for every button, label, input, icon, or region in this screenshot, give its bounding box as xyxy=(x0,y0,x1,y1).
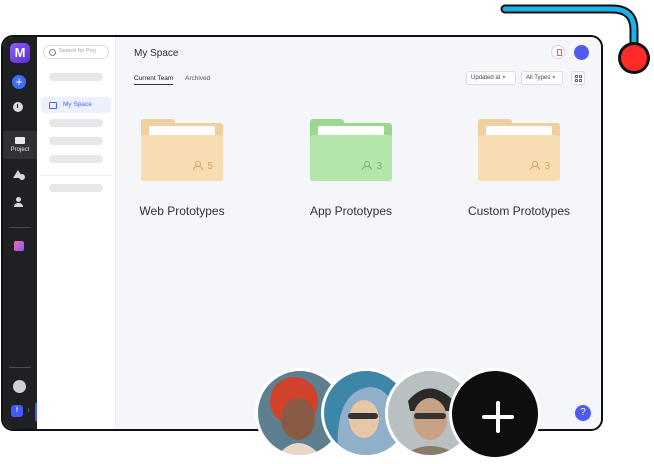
search-icon xyxy=(49,49,56,56)
sidebar-item-placeholder[interactable] xyxy=(49,73,103,81)
search-input[interactable]: Search for Proj xyxy=(43,45,109,59)
project-name: Web Prototypes xyxy=(139,204,225,218)
clock-icon[interactable] xyxy=(13,102,23,112)
grid-icon[interactable] xyxy=(571,71,585,85)
team-switch-icon[interactable]: ↕ xyxy=(27,408,30,414)
chevron-down-icon: ▾ xyxy=(552,75,556,81)
plus-icon[interactable]: + xyxy=(12,75,26,89)
folder-icon: 3 xyxy=(478,119,560,181)
folder-icon: 3 xyxy=(310,119,392,181)
member-count: 5 xyxy=(193,161,213,172)
people-icon xyxy=(530,161,541,170)
chevron-down-icon: ▾ xyxy=(502,75,506,81)
avatar[interactable] xyxy=(574,45,589,60)
tab-current-team[interactable]: Current Team xyxy=(134,75,174,85)
plugin-icon[interactable] xyxy=(14,241,24,251)
sidebar-item-placeholder[interactable] xyxy=(49,137,103,145)
rail-divider xyxy=(9,367,31,368)
help-icon[interactable]: ? xyxy=(575,405,591,421)
invite-button[interactable] xyxy=(449,368,541,460)
team-badge[interactable]: f xyxy=(11,405,23,417)
rail-item-label: Project xyxy=(10,147,30,153)
app-logo[interactable]: M xyxy=(10,43,30,63)
sidebar-divider xyxy=(41,175,111,176)
people-icon xyxy=(193,161,204,170)
rail-item-project[interactable]: Project xyxy=(3,131,37,159)
type-filter-dropdown[interactable]: All Types ▾ xyxy=(521,71,563,85)
left-rail: M + Project f ↕ xyxy=(3,37,37,429)
sidebar-item-label: My Space xyxy=(63,101,92,108)
member-count: 3 xyxy=(362,161,382,172)
plus-icon xyxy=(480,399,516,435)
tab-archived[interactable]: Archived xyxy=(185,75,210,84)
sidebar-item-placeholder[interactable] xyxy=(49,119,103,127)
avatar[interactable] xyxy=(13,380,26,393)
project-card[interactable]: 5 Web Prototypes xyxy=(139,119,225,218)
search-placeholder: Search for Proj xyxy=(59,48,96,54)
page-title: My Space xyxy=(134,48,179,59)
project-sidebar: Search for Proj My Space xyxy=(37,37,116,429)
rail-divider xyxy=(9,227,31,228)
folder-icon xyxy=(15,137,25,144)
type-filter-label: All Types xyxy=(526,75,551,81)
space-icon xyxy=(49,102,57,109)
sort-dropdown[interactable]: Updated at ▾ xyxy=(466,71,516,85)
project-card[interactable]: 3 Custom Prototypes xyxy=(468,119,570,218)
project-name: Custom Prototypes xyxy=(467,204,571,218)
sidebar-item-placeholder[interactable] xyxy=(49,184,103,192)
collaborator-avatars xyxy=(255,368,545,460)
user-icon[interactable] xyxy=(14,197,24,207)
member-count: 3 xyxy=(530,161,550,172)
shapes-icon[interactable] xyxy=(13,170,25,180)
sidebar-item-my-space[interactable]: My Space xyxy=(41,97,111,113)
sidebar-item-placeholder[interactable] xyxy=(49,155,103,163)
bell-icon[interactable] xyxy=(551,45,565,59)
project-name: App Prototypes xyxy=(309,204,393,218)
sort-label: Updated at xyxy=(471,75,501,81)
folder-icon: 5 xyxy=(141,119,223,181)
people-icon xyxy=(362,161,373,170)
project-card[interactable]: 3 App Prototypes xyxy=(310,119,392,218)
